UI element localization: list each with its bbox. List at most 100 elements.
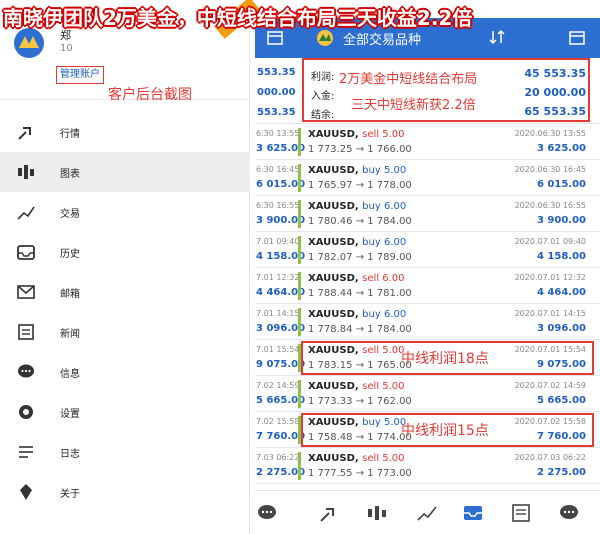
- deal-time: 2020.07.03 06:22: [514, 453, 586, 462]
- deal-profit: 3 625.00: [536, 143, 586, 154]
- sort-icon[interactable]: [487, 28, 507, 48]
- menu-item-quotes[interactable]: 行情: [0, 112, 250, 152]
- deal-symbol: XAUUSD, sell 5.00: [308, 381, 405, 392]
- manage-accounts-button[interactable]: 管理账户: [56, 66, 104, 84]
- deal-profit: 4 158.00: [536, 251, 586, 262]
- deal-profit-bar: [298, 308, 301, 336]
- quotes-icon[interactable]: [317, 501, 341, 525]
- deal-row[interactable]: 7.01 14:15 3 096.00 XAUUSD, buy 6.00 1 778.…: [255, 304, 600, 340]
- deal-profit: 6 015.00: [536, 179, 586, 190]
- news-icon[interactable]: [509, 501, 533, 525]
- calendar-icon[interactable]: [567, 28, 587, 48]
- deal-price: 1 773.33 → 1 762.00: [308, 396, 412, 407]
- menu-item-label: 信息: [60, 369, 80, 380]
- history-icon: [17, 245, 35, 260]
- summary-deposit-left: 000.00: [257, 87, 296, 98]
- deal-row[interactable]: 7.03 06:22 2 275.00 XAUUSD, sell 5.00 1 777…: [255, 448, 600, 484]
- menu-item-news[interactable]: 新闻: [0, 312, 250, 352]
- summary-annotation-line1: 2万美金中短线结合布局: [339, 72, 478, 87]
- deal-symbol: XAUUSD, buy 5.00: [308, 165, 407, 176]
- chat-icon: [18, 364, 34, 378]
- summary-balance-left: 553.35: [257, 107, 296, 118]
- mail-icon: [17, 285, 35, 299]
- navigation-drawer: 郑 10 管理账户 客户后台截图 Real 行情 图表 交易 历史 邮箱 新闻 信息 设置 日志…: [0, 0, 260, 534]
- deal-time: 2020.06.30 13:55: [514, 129, 586, 138]
- deal-price: 1 765.97 → 1 778.00: [308, 180, 412, 191]
- menu-item-label: 交易: [60, 209, 80, 220]
- deal-profit: 5 665.00: [536, 395, 586, 406]
- deal-row[interactable]: 7.01 12:32 4 464.00 XAUUSD, sell 6.00 1 788…: [255, 268, 600, 304]
- menu-item-label: 设置: [60, 409, 80, 420]
- deal-time: 2020.06.30 16:55: [514, 201, 586, 210]
- menu-item-label: 行情: [60, 129, 80, 140]
- menu-item-gear[interactable]: 设置: [0, 392, 250, 432]
- history-icon[interactable]: [461, 501, 485, 525]
- deal-row-left-time: 7.02 15:58: [256, 417, 300, 426]
- menu-item-chart[interactable]: 图表: [0, 152, 250, 192]
- mid-profit-18-annotation: 中线利润18点: [401, 351, 489, 367]
- deal-time: 2020.07.02 14:59: [514, 381, 586, 390]
- menu-item-trade[interactable]: 交易: [0, 192, 250, 232]
- deal-price: 1 777.55 → 1 773.00: [308, 468, 412, 479]
- gear-icon: [19, 405, 33, 419]
- deal-symbol: XAUUSD, buy 6.00: [308, 309, 407, 320]
- promo-banner-text: 南晓伊团队2万美金，中短线结合布局三天收益2.2倍: [3, 6, 473, 30]
- chat-icon[interactable]: [557, 501, 581, 525]
- promo-banner: 南晓伊团队2万美金，中短线结合布局三天收益2.2倍: [0, 0, 600, 30]
- deal-profit-bar: [298, 128, 301, 156]
- deal-side-volume: buy 6.00: [362, 237, 407, 248]
- deal-time: 2020.07.01 12:32: [514, 273, 586, 282]
- toolbar-title[interactable]: 全部交易品种: [343, 29, 421, 48]
- deal-symbol: XAUUSD, sell 5.00: [308, 129, 405, 140]
- chat-icon[interactable]: [255, 501, 279, 525]
- chart-icon[interactable]: [365, 501, 389, 525]
- deal-row-left-time: 7.02 14:59: [256, 381, 300, 390]
- chart-icon: [18, 165, 34, 179]
- menu-item-about[interactable]: 关于: [0, 472, 250, 512]
- deal-side-volume: buy 5.00: [362, 165, 407, 176]
- deal-row[interactable]: 6.30 13:55 3 625.00 XAUUSD, sell 5.00 1 773…: [255, 124, 600, 160]
- menu-item-journal[interactable]: 日志: [0, 432, 250, 472]
- about-icon: [20, 484, 32, 500]
- deal-price: 1 782.07 → 1 789.00: [308, 252, 412, 263]
- deal-row-left-time: 7.03 06:22: [256, 453, 300, 462]
- deal-price: 1 773.25 → 1 766.00: [308, 144, 412, 155]
- deal-row-left-time: 7.01 12:32: [256, 273, 300, 282]
- deal-time: 2020.07.01 14:15: [514, 309, 586, 318]
- bottom-navigation: [255, 490, 600, 534]
- deal-row-left-time: 7.01 15:54: [256, 345, 300, 354]
- deal-profit-bar: [298, 236, 301, 264]
- menu-item-mail[interactable]: 邮箱: [0, 272, 250, 312]
- deal-side-volume: buy 6.00: [362, 309, 407, 320]
- history-panel: 全部交易品种 553.35 000.00 553.35 利润: 入金: 结余: …: [255, 0, 600, 534]
- avatar[interactable]: [12, 26, 46, 60]
- deal-profit-bar: [298, 200, 301, 228]
- mid-profit-15-annotation: 中线利润15点: [401, 423, 489, 439]
- deal-profit: 3 900.00: [536, 215, 586, 226]
- account-id: 10: [60, 43, 73, 54]
- menu-item-label: 日志: [60, 449, 80, 460]
- deal-row[interactable]: 6.30 16:45 6 015.00 XAUUSD, buy 5.00 1 765.…: [255, 160, 600, 196]
- deal-time: 2020.07.01 09:40: [514, 237, 586, 246]
- menu-item-label: 关于: [60, 489, 80, 500]
- deal-symbol: XAUUSD, buy 6.00: [308, 237, 407, 248]
- deal-row[interactable]: 7.02 14:59 5 665.00 XAUUSD, sell 5.00 1 773…: [255, 376, 600, 412]
- calendar-icon[interactable]: [265, 28, 285, 48]
- deal-profit-bar: [298, 164, 301, 192]
- summary-annotation-line2: 三天中短线新获2.2倍: [351, 98, 476, 113]
- trade-icon[interactable]: [415, 501, 439, 525]
- menu-item-chat[interactable]: 信息: [0, 352, 250, 392]
- deal-profit-bar: [298, 452, 301, 480]
- deal-row[interactable]: 7.01 09:40 4 158.00 XAUUSD, buy 6.00 1 782.…: [255, 232, 600, 268]
- deal-profit-bar: [298, 380, 301, 408]
- deal-row[interactable]: 6.30 16:55 3 900.00 XAUUSD, buy 6.00 1 780.…: [255, 196, 600, 232]
- deal-side-volume: sell 5.00: [362, 381, 405, 392]
- deal-row-left-time: 6.30 16:45: [256, 165, 300, 174]
- deal-profit-bar: [298, 272, 301, 300]
- news-icon: [18, 324, 34, 340]
- menu-item-label: 图表: [60, 169, 80, 180]
- deal-row-left-time: 7.01 14:15: [256, 309, 300, 318]
- menu-item-history[interactable]: 历史: [0, 232, 250, 272]
- mt-logo-icon: [315, 28, 335, 48]
- deal-profit: 3 096.00: [536, 323, 586, 334]
